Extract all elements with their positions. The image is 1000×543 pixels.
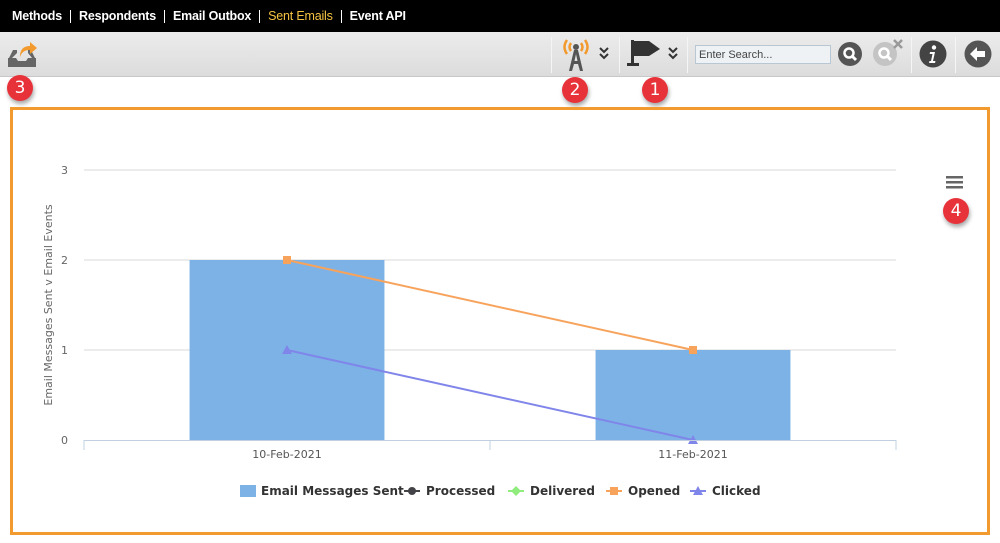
legend-label: Delivered (530, 484, 595, 498)
chart-legend: Email Messages Sent Processed Delivered Ope… (240, 484, 761, 498)
y-tick-label: 2 (61, 254, 68, 267)
legend-item-clicked[interactable]: Clicked (690, 484, 761, 498)
y-tick-label: 3 (61, 164, 68, 177)
legend-marker (610, 487, 618, 495)
legend-swatch (240, 485, 256, 497)
x-tick-label: 11-Feb-2021 (658, 448, 727, 461)
y-tick-label: 0 (61, 434, 68, 447)
annotation-badge-4: 4 (943, 198, 969, 224)
y-axis-label: Email Messages Sent v Email Events (42, 204, 55, 406)
legend-item-processed[interactable]: Processed (404, 484, 495, 498)
legend-item-email-messages-sent[interactable]: Email Messages Sent (240, 484, 404, 498)
legend-label: Processed (426, 484, 495, 498)
legend-label: Clicked (712, 484, 761, 498)
legend-item-opened[interactable]: Opened (606, 484, 680, 498)
point-opened (689, 346, 697, 354)
bar-email-messages-sent (595, 350, 791, 440)
hamburger-menu-icon[interactable] (946, 176, 963, 189)
y-tick-label: 1 (61, 344, 68, 357)
legend-marker (408, 487, 416, 495)
chart: 0 1 2 3 10-Feb-2021 11-Feb-2021 Email Message… (42, 164, 963, 498)
legend-label: Opened (628, 484, 680, 498)
legend-item-delivered[interactable]: Delivered (508, 484, 595, 498)
legend-marker (511, 486, 521, 496)
point-opened (283, 256, 291, 264)
legend-label: Email Messages Sent (261, 484, 404, 498)
x-tick-label: 10-Feb-2021 (252, 448, 321, 461)
